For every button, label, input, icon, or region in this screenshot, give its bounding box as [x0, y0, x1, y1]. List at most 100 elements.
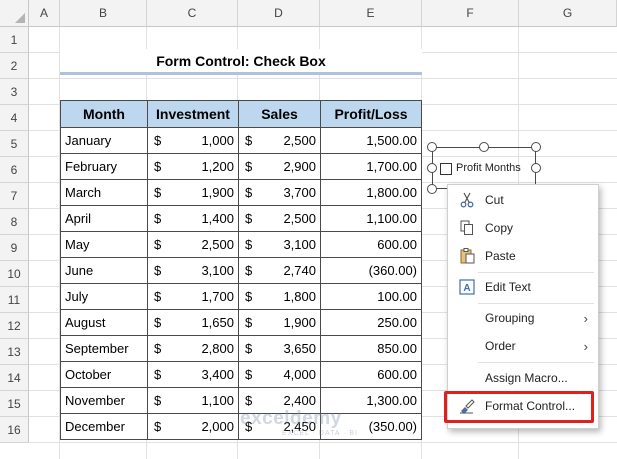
- header-investment[interactable]: Investment: [147, 100, 239, 128]
- cell-investment[interactable]: $1,900: [147, 179, 239, 206]
- cell-month[interactable]: August: [60, 309, 148, 336]
- column-header-b[interactable]: B: [60, 0, 147, 27]
- row-header-13[interactable]: 13: [0, 339, 29, 365]
- cell-profit-loss[interactable]: 1,800.00: [320, 179, 422, 206]
- resize-handle-bottom-left[interactable]: [427, 184, 437, 194]
- header-month[interactable]: Month: [60, 100, 148, 128]
- currency-symbol: $: [245, 159, 253, 174]
- cell-sales[interactable]: $4,000: [238, 361, 321, 388]
- row-header-14[interactable]: 14: [0, 365, 29, 391]
- svg-text:A: A: [463, 283, 470, 294]
- cell-profit-loss[interactable]: 250.00: [320, 309, 422, 336]
- cell-investment[interactable]: $1,400: [147, 205, 239, 232]
- cell-month[interactable]: April: [60, 205, 148, 232]
- cell-month[interactable]: May: [60, 231, 148, 258]
- cell-investment[interactable]: $3,100: [147, 257, 239, 284]
- cell-month[interactable]: June: [60, 257, 148, 284]
- select-all-triangle-icon: [15, 13, 25, 23]
- profit-months-checkbox[interactable]: [440, 163, 452, 175]
- cell-sales[interactable]: $1,900: [238, 309, 321, 336]
- copy-icon: [458, 219, 476, 237]
- cell-investment[interactable]: $2,800: [147, 335, 239, 362]
- row-header-4[interactable]: 4: [0, 105, 29, 131]
- menu-item-paste[interactable]: Paste: [448, 243, 598, 269]
- cell-sales[interactable]: $1,800: [238, 283, 321, 310]
- cell-profit-loss[interactable]: 850.00: [320, 335, 422, 362]
- menu-item-grouping[interactable]: Grouping ›: [448, 305, 598, 331]
- cell-profit-loss[interactable]: 600.00: [320, 231, 422, 258]
- checkbox-label[interactable]: Profit Months: [456, 162, 521, 174]
- row-header-8[interactable]: 8: [0, 209, 29, 235]
- cell-profit-loss[interactable]: 1,500.00: [320, 127, 422, 154]
- investment-value: 1,100: [201, 393, 234, 408]
- row-header-7[interactable]: 7: [0, 183, 29, 209]
- resize-handle-top-right[interactable]: [531, 142, 541, 152]
- cell-month[interactable]: January: [60, 127, 148, 154]
- currency-symbol: $: [245, 185, 253, 200]
- cell-sales[interactable]: $2,740: [238, 257, 321, 284]
- cell-investment[interactable]: $1,700: [147, 283, 239, 310]
- resize-handle-top-center[interactable]: [479, 142, 489, 152]
- column-header-g[interactable]: G: [519, 0, 617, 27]
- resize-handle-top-left[interactable]: [427, 142, 437, 152]
- row-header-5[interactable]: 5: [0, 131, 29, 157]
- cell-investment[interactable]: $2,000: [147, 413, 239, 440]
- cell-profit-loss[interactable]: 1,700.00: [320, 153, 422, 180]
- menu-item-label: Copy: [485, 221, 514, 235]
- cell-month[interactable]: September: [60, 335, 148, 362]
- row-header-6[interactable]: 6: [0, 157, 29, 183]
- cell-sales[interactable]: $3,700: [238, 179, 321, 206]
- cell-month[interactable]: February: [60, 153, 148, 180]
- cell-month[interactable]: March: [60, 179, 148, 206]
- cell-sales[interactable]: $2,500: [238, 205, 321, 232]
- cell-sales[interactable]: $3,100: [238, 231, 321, 258]
- row-header-1[interactable]: 1: [0, 27, 29, 53]
- row-header-2[interactable]: 2: [0, 53, 29, 79]
- menu-item-order[interactable]: Order ›: [448, 333, 598, 359]
- row-header-10[interactable]: 10: [0, 261, 29, 287]
- cell-month[interactable]: November: [60, 387, 148, 414]
- menu-item-edit-text[interactable]: A Edit Text: [448, 274, 598, 300]
- menu-separator: [478, 362, 594, 363]
- menu-separator: [478, 272, 594, 273]
- row-header-16[interactable]: 16: [0, 417, 29, 443]
- cell-sales[interactable]: $2,900: [238, 153, 321, 180]
- select-all-corner[interactable]: [0, 0, 29, 27]
- cell-investment[interactable]: $1,200: [147, 153, 239, 180]
- column-header-f[interactable]: F: [422, 0, 519, 27]
- menu-item-assign-macro[interactable]: Assign Macro...: [448, 365, 598, 391]
- sales-value: 2,400: [283, 393, 316, 408]
- sales-value: 1,800: [283, 289, 316, 304]
- cell-investment[interactable]: $3,400: [147, 361, 239, 388]
- cell-month[interactable]: July: [60, 283, 148, 310]
- row-header-11[interactable]: 11: [0, 287, 29, 313]
- column-header-e[interactable]: E: [320, 0, 422, 27]
- cell-profit-loss[interactable]: 100.00: [320, 283, 422, 310]
- menu-item-copy[interactable]: Copy: [448, 215, 598, 241]
- column-header-a[interactable]: A: [29, 0, 60, 27]
- menu-item-cut[interactable]: Cut: [448, 187, 598, 213]
- row-header-9[interactable]: 9: [0, 235, 29, 261]
- sheet-title[interactable]: Form Control: Check Box: [60, 49, 422, 73]
- cell-profit-loss[interactable]: (360.00): [320, 257, 422, 284]
- header-sales[interactable]: Sales: [238, 100, 321, 128]
- cell-profit-loss[interactable]: 600.00: [320, 361, 422, 388]
- cell-sales[interactable]: $2,500: [238, 127, 321, 154]
- row-header-12[interactable]: 12: [0, 313, 29, 339]
- cell-investment[interactable]: $2,500: [147, 231, 239, 258]
- row-header-15[interactable]: 15: [0, 391, 29, 417]
- row-header-3[interactable]: 3: [0, 79, 29, 105]
- cell-sales[interactable]: $3,650: [238, 335, 321, 362]
- cell-month[interactable]: October: [60, 361, 148, 388]
- column-header-c[interactable]: C: [147, 0, 238, 27]
- cell-investment[interactable]: $1,000: [147, 127, 239, 154]
- resize-handle-middle-right[interactable]: [531, 163, 541, 173]
- cell-investment[interactable]: $1,650: [147, 309, 239, 336]
- resize-handle-middle-left[interactable]: [427, 163, 437, 173]
- cell-profit-loss[interactable]: 1,100.00: [320, 205, 422, 232]
- cell-month[interactable]: December: [60, 413, 148, 440]
- header-profit-loss[interactable]: Profit/Loss: [320, 100, 422, 128]
- cell-investment[interactable]: $1,100: [147, 387, 239, 414]
- column-header-d[interactable]: D: [238, 0, 320, 27]
- currency-symbol: $: [245, 367, 253, 382]
